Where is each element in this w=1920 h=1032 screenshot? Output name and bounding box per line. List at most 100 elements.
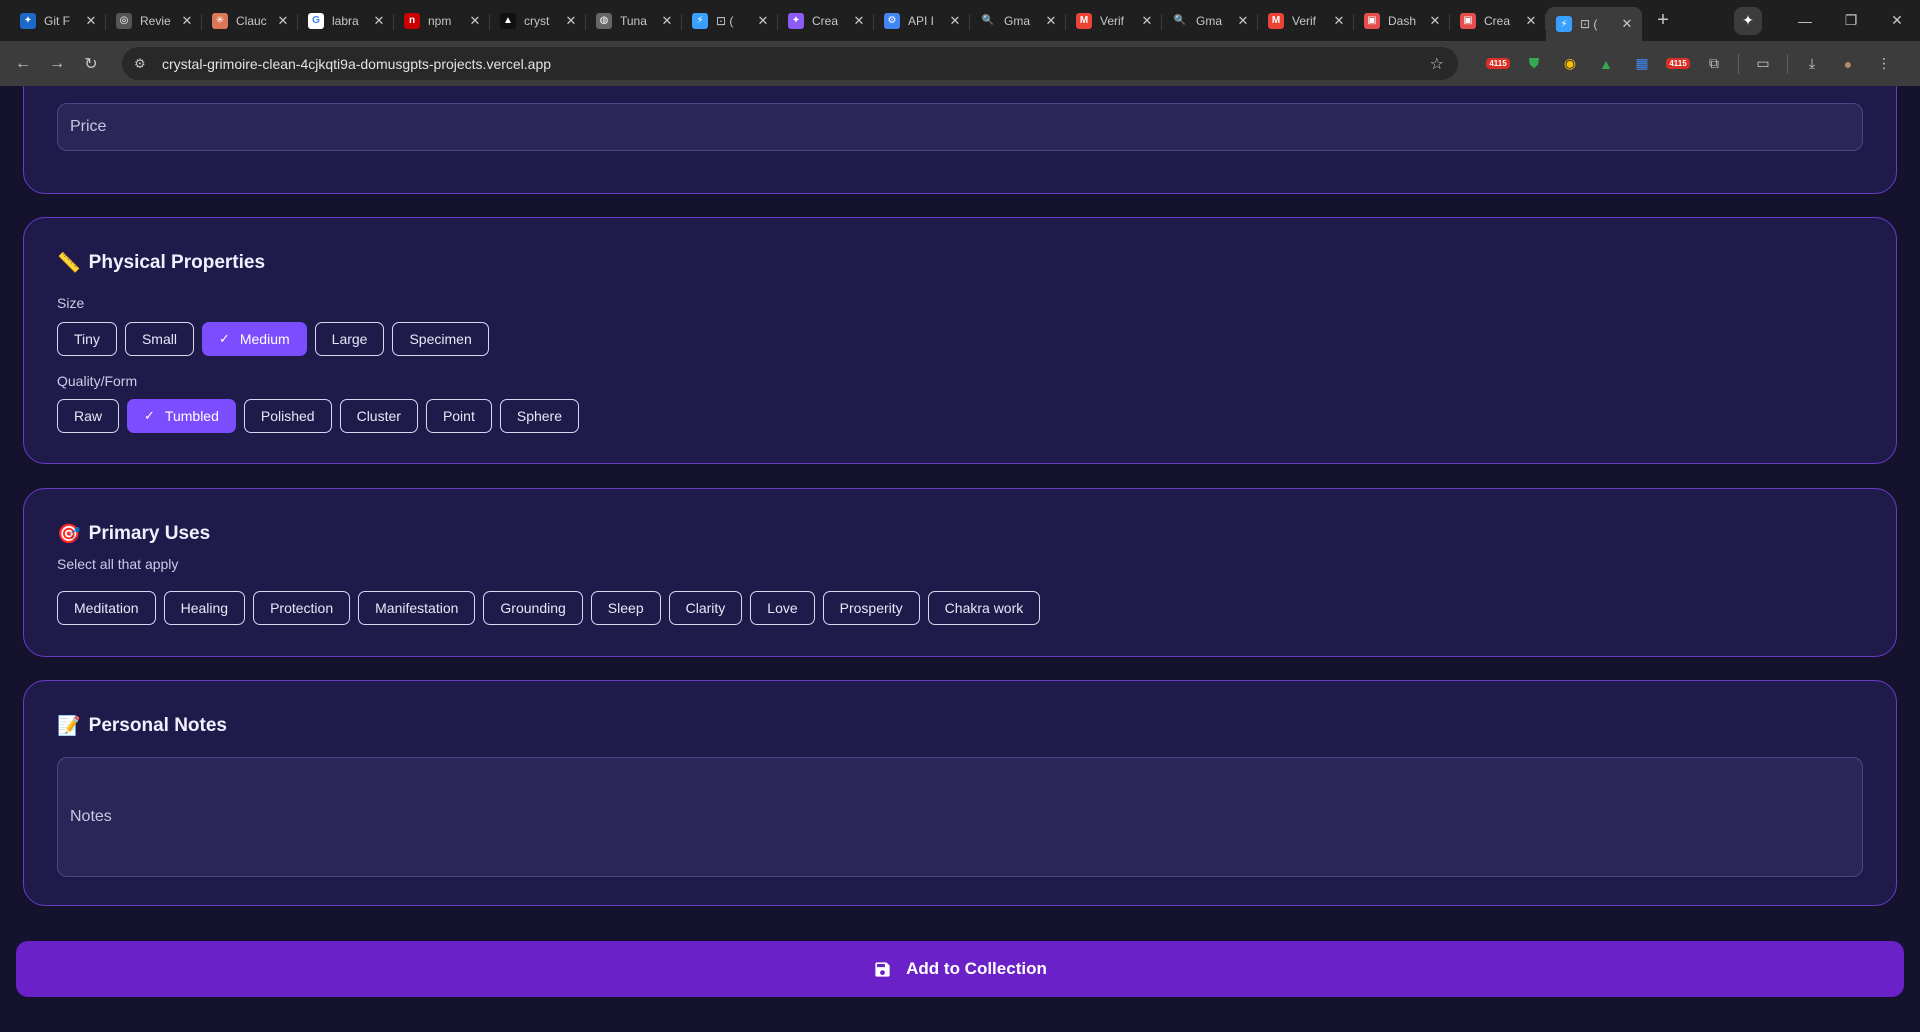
size-chip[interactable]: Large [314,322,385,356]
size-options: Tiny Small ✓ Medium Large Specimen [57,322,489,356]
notes-textarea[interactable]: Notes [57,757,1863,877]
tab-favicon-icon: ▣ [1460,12,1476,29]
check-icon: ✓ [144,408,155,423]
tab-close-icon[interactable]: ✕ [660,13,674,29]
tab-close-icon[interactable]: ✕ [1620,16,1634,32]
primary-uses-card: 🎯 Primary Uses Select all that apply Med… [23,488,1897,657]
tab-close-icon[interactable]: ✕ [1044,13,1058,29]
menu-icon[interactable]: ⋮ [1866,55,1902,72]
size-chip[interactable]: ✓ Medium [201,322,307,356]
browser-tab[interactable]: 🔍 Gma ✕ [970,5,1066,37]
tab-close-icon[interactable]: ✕ [948,13,962,29]
size-chip[interactable]: Tiny [57,322,117,356]
tab-close-icon[interactable]: ✕ [1524,13,1538,29]
tab-list: ✦ Git F ✕ ◎ Revie ✕ ✳ Clauc ✕ Glabra ✕ n npm ✕ ▲ cryst ✕… [10,0,1642,41]
add-to-collection-button[interactable]: Add to Collection [16,941,1904,997]
reload-icon[interactable]: ↻ [74,54,108,74]
use-chip[interactable]: Healing [163,591,246,625]
use-chip[interactable]: Protection [253,591,351,625]
use-chip[interactable]: Meditation [57,591,156,625]
extension-badge-icon[interactable]: 4115 [1480,58,1516,69]
browser-tab[interactable]: ⚡ ⊡ (✕ [1546,7,1642,41]
price-input[interactable]: Price [57,103,1863,151]
new-tab-button[interactable]: + [1648,9,1678,32]
browser-tab[interactable]: n npm ✕ [394,5,490,37]
tab-close-icon[interactable]: ✕ [1428,13,1442,29]
browser-tab[interactable]: ⚙ API I ✕ [874,5,970,37]
tab-favicon-icon: ✳ [212,12,228,29]
quality-chip[interactable]: Raw [57,399,120,433]
bookmark-star-icon[interactable]: ☆ [1430,54,1444,74]
tab-favicon-icon: G [308,12,324,29]
address-bar[interactable]: ⚙ crystal-grimoire-clean-4cjkqti9a-domus… [122,47,1458,80]
minimize-icon[interactable]: — [1782,13,1828,29]
use-chip[interactable]: Sleep [590,591,661,625]
browser-tab[interactable]: ◍ Tuna ✕ [586,5,682,37]
tab-favicon-icon: ⚙ [884,12,900,29]
tab-search-icon[interactable]: ▭ [1745,55,1781,72]
use-chip[interactable]: Manifestation [358,591,476,625]
browser-tab[interactable]: ⚡ ⊡ (✕ [682,5,778,37]
section-title: 📏 Physical Properties [57,251,265,275]
tab-close-icon[interactable]: ✕ [468,13,482,29]
use-chip[interactable]: Grounding [483,591,583,625]
site-info-icon[interactable]: ⚙ [134,56,156,72]
browser-tab[interactable]: M Verif ✕ [1258,5,1354,37]
quality-chip[interactable]: Polished [243,399,332,433]
tab-title: Crea [1484,13,1511,28]
browser-tab[interactable]: ◎ Revie ✕ [106,5,202,37]
browser-tab[interactable]: ▣ Dash ✕ [1354,5,1450,37]
use-chip[interactable]: Prosperity [822,591,920,625]
tab-favicon-icon: ◎ [116,12,132,29]
browser-tab[interactable]: Glabra ✕ [298,5,394,37]
restore-icon[interactable]: ❐ [1828,12,1874,29]
gemini-icon[interactable]: ✦ [1734,6,1762,35]
ruler-icon: 📏 [57,253,81,274]
tab-close-icon[interactable]: ✕ [1332,13,1346,29]
browser-tab[interactable]: ✳ Clauc ✕ [202,5,298,37]
browser-tab[interactable]: M Verif ✕ [1066,5,1162,37]
quality-chip[interactable]: ✓ Tumbled [127,399,236,433]
check-icon: ✓ [218,331,230,346]
tab-close-icon[interactable]: ✕ [1236,13,1250,29]
size-chip[interactable]: Small [124,322,194,356]
quality-chip[interactable]: Point [425,399,492,433]
browser-tab[interactable]: ✦ Crea ✕ [778,5,874,37]
tab-close-icon[interactable]: ✕ [1140,13,1154,29]
shield-extension-icon[interactable]: ⛊ [1516,55,1552,72]
tab-close-icon[interactable]: ✕ [756,13,770,29]
download-icon[interactable]: ⤓ [1794,55,1830,72]
tab-title: Verif [1100,13,1125,28]
window-controls: ✦ — ❐ ✕ [1734,0,1920,41]
size-chip[interactable]: Specimen [392,322,489,356]
color-extension-icon[interactable]: ◉ [1552,55,1588,72]
url-text[interactable]: crystal-grimoire-clean-4cjkqti9a-domusgp… [162,56,551,72]
tab-close-icon[interactable]: ✕ [180,13,194,29]
tab-title: Gma [1196,13,1223,28]
tab-close-icon[interactable]: ✕ [852,13,866,29]
profile-avatar[interactable]: ● [1830,56,1866,72]
tab-favicon-icon: ▣ [1364,12,1380,29]
forward-icon[interactable]: → [40,55,74,73]
browser-tab[interactable]: ▲ cryst ✕ [490,5,586,37]
tab-close-icon[interactable]: ✕ [372,13,386,29]
quality-chip[interactable]: Sphere [499,399,580,433]
translate-extension-icon[interactable]: ▦ [1624,55,1660,72]
tab-close-icon[interactable]: ✕ [276,13,290,29]
browser-tab[interactable]: 🔍 Gma ✕ [1162,5,1258,37]
tab-title: ⊡ ( [1580,17,1598,31]
close-window-icon[interactable]: ✕ [1874,12,1920,29]
add-to-collection-label: Add to Collection [906,959,1047,978]
use-chip[interactable]: Chakra work [927,591,1041,625]
use-chip[interactable]: Clarity [668,591,743,625]
use-chip[interactable]: Love [750,591,815,625]
browser-tab[interactable]: ▣ Crea ✕ [1450,5,1546,37]
drive-extension-icon[interactable]: ▲ [1588,56,1624,72]
browser-tab[interactable]: ✦ Git F ✕ [10,5,106,37]
extensions-puzzle-icon[interactable]: ⧉ [1696,55,1732,72]
back-icon[interactable]: ← [6,55,40,73]
tab-close-icon[interactable]: ✕ [564,13,578,29]
extension-badge-icon-2[interactable]: 4115 [1660,58,1696,69]
quality-chip[interactable]: Cluster [339,399,418,433]
tab-close-icon[interactable]: ✕ [84,13,98,29]
